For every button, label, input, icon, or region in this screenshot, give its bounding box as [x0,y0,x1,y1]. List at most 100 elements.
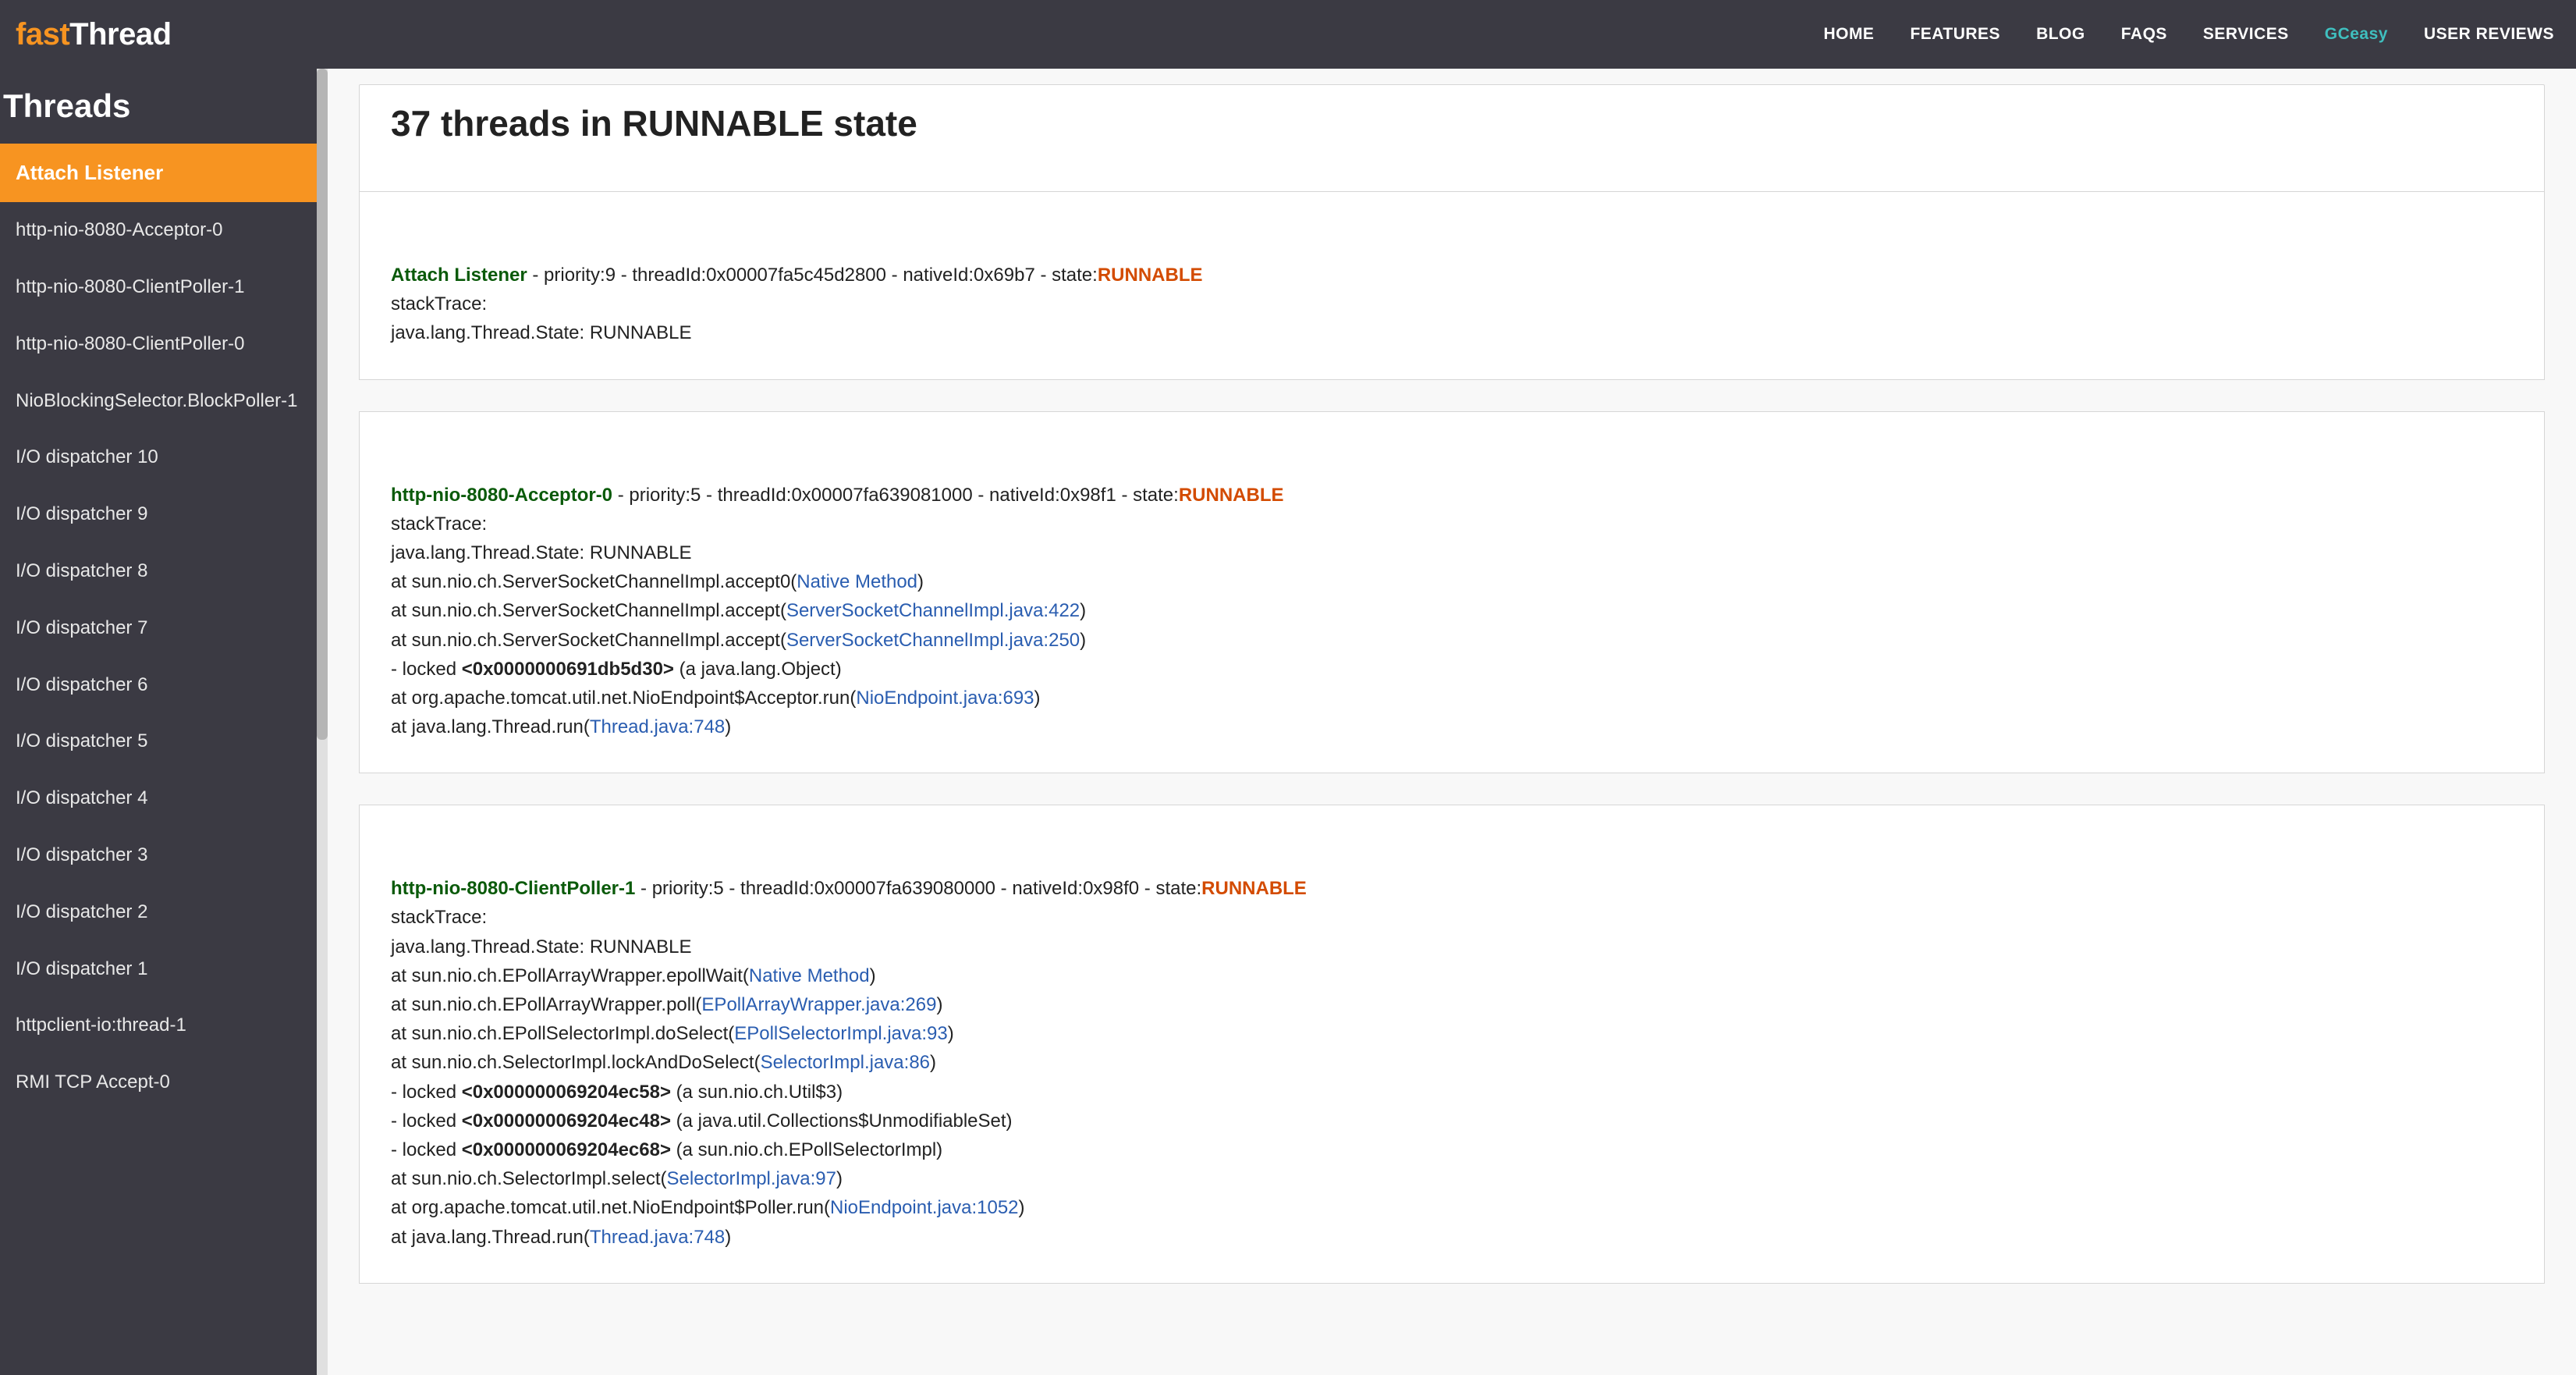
main-area: Threads Attach Listenerhttp-nio-8080-Acc… [0,69,2576,1375]
source-link[interactable]: SelectorImpl.java:97 [667,1168,836,1189]
stack-line: at sun.nio.ch.ServerSocketChannelImpl.ac… [391,596,2513,625]
sidebar-item[interactable]: RMI TCP Accept-0 [0,1054,317,1111]
sidebar-item[interactable]: I/O dispatcher 4 [0,770,317,827]
sidebar-item[interactable]: I/O dispatcher 3 [0,827,317,884]
sidebar-item[interactable]: I/O dispatcher 1 [0,941,317,998]
stack-line-pre: at sun.nio.ch.SelectorImpl.select( [391,1168,667,1189]
stack-line: stackTrace: [391,510,2513,538]
stack-line-post: ) [725,1227,731,1248]
source-link[interactable]: NioEndpoint.java:693 [856,688,1034,709]
thread-name: http-nio-8080-ClientPoller-1 [391,878,635,899]
stack-line-pre: at sun.nio.ch.ServerSocketChannelImpl.ac… [391,600,786,621]
thread-state: RUNNABLE [1098,265,1203,286]
lock-id: <0x0000000691db5d30> [462,659,674,680]
stack-line-post: ) [725,716,731,737]
stack-line: at sun.nio.ch.ServerSocketChannelImpl.ac… [391,626,2513,655]
lock-pre: - locked [391,659,462,680]
thread-name: http-nio-8080-Acceptor-0 [391,485,612,506]
thread-panel: http-nio-8080-Acceptor-0 - priority:5 - … [359,411,2545,774]
stack-line: java.lang.Thread.State: RUNNABLE [391,538,2513,567]
lock-pre: - locked [391,1139,462,1160]
nav-features[interactable]: FEATURES [1910,25,2000,44]
stack-line-post: ) [917,571,924,592]
thread-state: RUNNABLE [1201,878,1307,899]
brand-part2: Thread [69,17,171,52]
source-link[interactable]: EPollArrayWrapper.java:269 [701,994,936,1015]
lock-post: (a sun.nio.ch.EPollSelectorImpl) [671,1139,942,1160]
stack-line: - locked <0x000000069204ec68> (a sun.nio… [391,1135,2513,1164]
sidebar-title: Threads [0,69,317,144]
stack-line: at sun.nio.ch.SelectorImpl.select(Select… [391,1164,2513,1193]
source-link[interactable]: NioEndpoint.java:1052 [830,1197,1019,1218]
source-link[interactable]: Native Method [797,571,917,592]
content-scroll-area[interactable]: 37 threads in RUNNABLE state Attach List… [317,69,2576,1375]
stack-line-post: ) [948,1023,954,1044]
sidebar-item[interactable]: I/O dispatcher 6 [0,657,317,714]
thread-name: Attach Listener [391,265,527,286]
lock-id: <0x000000069204ec58> [462,1082,671,1103]
thread-panels: Attach Listener - priority:9 - threadId:… [359,191,2545,1284]
page-title: 37 threads in RUNNABLE state [359,84,2545,191]
source-link[interactable]: Thread.java:748 [590,716,725,737]
stack-line-pre: at sun.nio.ch.EPollArrayWrapper.epollWai… [391,965,749,986]
sidebar-item[interactable]: http-nio-8080-Acceptor-0 [0,202,317,259]
thread-header: http-nio-8080-Acceptor-0 - priority:5 - … [391,481,2513,510]
sidebar-item[interactable]: http-nio-8080-ClientPoller-1 [0,259,317,316]
sidebar-item[interactable]: NioBlockingSelector.BlockPoller-1 [0,373,317,430]
stack-line: stackTrace: [391,290,2513,318]
lock-id: <0x000000069204ec68> [462,1139,671,1160]
sidebar-item[interactable]: I/O dispatcher 2 [0,884,317,941]
nav-gceasy[interactable]: GCeasy [2325,25,2388,44]
stack-line-post: ) [930,1052,936,1073]
stack-line-post: ) [870,965,876,986]
source-link[interactable]: SelectorImpl.java:86 [761,1052,930,1073]
sidebar-item[interactable]: Attach Listener [0,144,317,202]
brand-part1: fast [16,17,69,52]
sidebar-item[interactable]: httpclient-io:thread-1 [0,997,317,1054]
nav-faqs[interactable]: FAQS [2121,25,2167,44]
stack-line: at sun.nio.ch.EPollArrayWrapper.epollWai… [391,961,2513,990]
thread-panel: http-nio-8080-ClientPoller-1 - priority:… [359,805,2545,1283]
thread-header: http-nio-8080-ClientPoller-1 - priority:… [391,874,2513,903]
stack-line: at java.lang.Thread.run(Thread.java:748) [391,712,2513,741]
stack-line: - locked <0x000000069204ec48> (a java.ut… [391,1107,2513,1135]
source-link[interactable]: ServerSocketChannelImpl.java:422 [786,600,1080,621]
nav-user-reviews[interactable]: USER REVIEWS [2424,25,2554,44]
stack-line-pre: at org.apache.tomcat.util.net.NioEndpoin… [391,1197,830,1218]
scrollbar-track[interactable] [317,69,328,1375]
sidebar-item[interactable]: I/O dispatcher 5 [0,713,317,770]
nav-blog[interactable]: BLOG [2036,25,2085,44]
stack-line: at org.apache.tomcat.util.net.NioEndpoin… [391,1193,2513,1222]
stack-line: - locked <0x0000000691db5d30> (a java.la… [391,655,2513,684]
thread-meta: - priority:5 - threadId:0x00007fa6390800… [635,878,1201,899]
thread-panel: Attach Listener - priority:9 - threadId:… [359,191,2545,380]
stack-line-pre: at java.lang.Thread.run( [391,716,590,737]
lock-pre: - locked [391,1110,462,1132]
lock-pre: - locked [391,1082,462,1103]
lock-id: <0x000000069204ec48> [462,1110,671,1132]
stack-line: at sun.nio.ch.EPollArrayWrapper.poll(EPo… [391,990,2513,1019]
scrollbar-thumb[interactable] [317,69,328,740]
sidebar-list: Attach Listenerhttp-nio-8080-Acceptor-0h… [0,144,317,1111]
nav-services[interactable]: SERVICES [2203,25,2289,44]
stack-line-post: ) [1080,630,1086,651]
source-link[interactable]: EPollSelectorImpl.java:93 [734,1023,947,1044]
sidebar-item[interactable]: http-nio-8080-ClientPoller-0 [0,316,317,373]
nav-home[interactable]: HOME [1823,25,1874,44]
stack-line-post: ) [1019,1197,1025,1218]
lock-post: (a sun.nio.ch.Util$3) [671,1082,843,1103]
brand-logo[interactable]: fastThread [16,17,172,52]
lock-post: (a java.lang.Object) [674,659,842,680]
source-link[interactable]: Native Method [749,965,870,986]
source-link[interactable]: ServerSocketChannelImpl.java:250 [786,630,1080,651]
stack-line: at sun.nio.ch.SelectorImpl.lockAndDoSele… [391,1048,2513,1077]
stack-line-post: ) [1080,600,1086,621]
sidebar-item[interactable]: I/O dispatcher 8 [0,543,317,600]
sidebar-item[interactable]: I/O dispatcher 10 [0,429,317,486]
sidebar-item[interactable]: I/O dispatcher 9 [0,486,317,543]
stack-line: at java.lang.Thread.run(Thread.java:748) [391,1223,2513,1252]
source-link[interactable]: Thread.java:748 [590,1227,725,1248]
stack-line-pre: at sun.nio.ch.SelectorImpl.lockAndDoSele… [391,1052,761,1073]
sidebar-item[interactable]: I/O dispatcher 7 [0,600,317,657]
sidebar: Threads Attach Listenerhttp-nio-8080-Acc… [0,69,317,1375]
